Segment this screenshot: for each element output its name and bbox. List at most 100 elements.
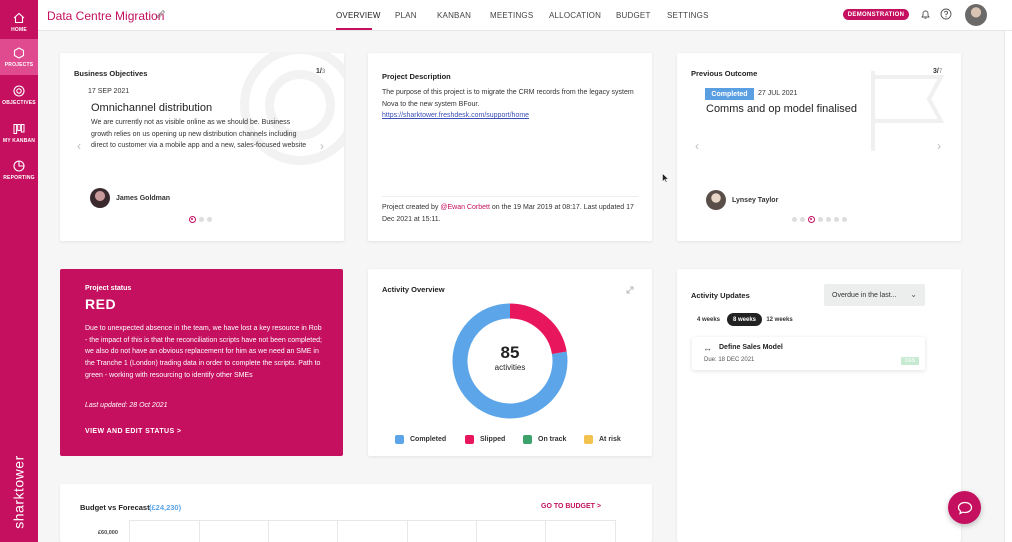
previous-outcome-card: Previous Outcome 3/7 Completed 27 JUL 20… bbox=[677, 53, 961, 241]
objectives-title: Business Objectives bbox=[74, 69, 148, 78]
scrollbar[interactable] bbox=[1004, 31, 1012, 542]
sidebar: HOME PROJECTS OBJECTIVES MY KANBAN REPOR… bbox=[0, 0, 38, 542]
activity-updates-card: Activity Updates Overdue in the last... ⌄… bbox=[677, 269, 961, 542]
pager-dot[interactable] bbox=[826, 217, 831, 222]
outcome-title: Previous Outcome bbox=[691, 69, 758, 78]
nav-projects[interactable]: PROJECTS bbox=[0, 39, 38, 75]
support-link[interactable]: https://sharktower.freshdesk.com/support… bbox=[382, 112, 529, 119]
view-edit-status-link[interactable]: VIEW AND EDIT STATUS > bbox=[85, 428, 181, 435]
chart-gridline bbox=[545, 520, 546, 542]
kanban-icon bbox=[13, 123, 25, 134]
help-icon[interactable] bbox=[940, 8, 952, 20]
chevron-right-icon[interactable]: › bbox=[320, 139, 324, 153]
brand-logo: sharktower bbox=[0, 452, 38, 532]
chat-bubble-icon bbox=[957, 501, 972, 515]
chevron-down-icon: ⌄ bbox=[910, 290, 917, 299]
pager-dot[interactable] bbox=[834, 217, 839, 222]
nav-home[interactable]: HOME bbox=[0, 4, 38, 40]
activity-overview-card: Activity Overview 85 activities Complete… bbox=[368, 269, 652, 456]
user-avatar[interactable] bbox=[965, 4, 987, 26]
tab-kanban[interactable]: KANBAN bbox=[437, 11, 471, 20]
tab-budget[interactable]: BUDGET bbox=[616, 11, 651, 20]
legend-slipped-label: Slipped bbox=[480, 436, 506, 443]
outcome-current: 3 bbox=[933, 68, 937, 75]
legend-swatch bbox=[395, 435, 404, 444]
tab-overview[interactable]: OVERVIEW bbox=[336, 11, 381, 20]
nav-objectives[interactable]: OBJECTIVES bbox=[0, 77, 38, 113]
tab-settings[interactable]: SETTINGS bbox=[667, 11, 709, 20]
objectives-icon bbox=[13, 84, 25, 97]
pager-dot[interactable] bbox=[199, 217, 204, 222]
nav-kanban-label: MY KANBAN bbox=[2, 137, 36, 144]
legend-at-risk-label: At risk bbox=[599, 436, 621, 443]
pager-dot[interactable] bbox=[808, 216, 815, 223]
objective-owner: James Goldman bbox=[116, 195, 171, 202]
activity-total: 85 bbox=[500, 343, 520, 362]
nav-reporting[interactable]: REPORTING bbox=[0, 152, 38, 188]
nav-my-kanban[interactable]: MY KANBAN bbox=[0, 115, 38, 151]
arrows-horizontal-icon: ↔ bbox=[703, 343, 712, 353]
outcome-total: 7 bbox=[938, 69, 943, 75]
budget-amount: (£24,230) bbox=[149, 503, 182, 512]
expand-icon[interactable] bbox=[625, 285, 635, 295]
legend-swatch bbox=[523, 435, 532, 444]
objective-date: 17 SEP 2021 bbox=[88, 88, 130, 95]
chart-gridline bbox=[268, 520, 269, 542]
created-info: Project created by @Ewan Corbett on the … bbox=[382, 202, 638, 225]
chart-gridline bbox=[199, 520, 200, 542]
pager-dot[interactable] bbox=[818, 217, 823, 222]
budget-title: Budget vs Forecast bbox=[80, 503, 150, 512]
description-title: Project Description bbox=[382, 72, 451, 81]
chevron-left-icon[interactable]: ‹ bbox=[695, 139, 699, 153]
legend-at-risk: At risk bbox=[584, 435, 621, 444]
flag-icon bbox=[871, 71, 945, 151]
creator-mention[interactable]: @Ewan Corbett bbox=[440, 204, 490, 211]
completed-badge: Completed bbox=[705, 88, 754, 100]
created-prefix: Project created by bbox=[382, 204, 439, 211]
outcome-pager[interactable] bbox=[792, 216, 847, 223]
description-text: The purpose of this project is to migrat… bbox=[382, 87, 638, 122]
nav-objectives-label: OBJECTIVES bbox=[2, 99, 36, 106]
pager-dot[interactable] bbox=[792, 217, 797, 222]
project-title: Data Centre Migration bbox=[47, 9, 165, 23]
legend-on-track: On track bbox=[523, 435, 566, 444]
objective-text: We are currently not as visible online a… bbox=[91, 119, 307, 149]
budget-forecast-card: Budget vs Forecast (£24,230) GO TO BUDGE… bbox=[60, 484, 652, 542]
chart-gridline bbox=[476, 520, 477, 542]
brand-name: sharktower bbox=[11, 455, 27, 529]
tab-meetings[interactable]: MEETINGS bbox=[490, 11, 533, 20]
chat-button[interactable] bbox=[948, 491, 981, 524]
chart-gridline bbox=[407, 520, 408, 542]
objectives-pager[interactable] bbox=[189, 216, 212, 223]
bell-icon[interactable] bbox=[920, 9, 931, 20]
overdue-filter-dropdown[interactable]: Overdue in the last... ⌄ bbox=[824, 284, 925, 306]
status-label: Project status bbox=[85, 285, 132, 292]
pencil-icon[interactable] bbox=[156, 9, 166, 19]
demonstration-badge: DEMONSTRATION bbox=[843, 9, 909, 20]
go-to-budget-link[interactable]: GO TO BUDGET > bbox=[541, 503, 601, 510]
legend-slipped: Slipped bbox=[465, 435, 505, 444]
nav-home-label: HOME bbox=[11, 26, 27, 33]
pager-dot[interactable] bbox=[189, 216, 196, 223]
period-8-weeks[interactable]: 8 weeks bbox=[727, 313, 762, 326]
chevron-left-icon[interactable]: ‹ bbox=[77, 139, 81, 153]
update-item-badge: DES bbox=[901, 357, 919, 365]
legend-on-track-label: On track bbox=[538, 436, 567, 443]
description-divider bbox=[382, 196, 638, 197]
period-4-weeks[interactable]: 4 weeks bbox=[691, 313, 726, 326]
chevron-right-icon[interactable]: › bbox=[937, 139, 941, 153]
objectives-current: 1 bbox=[316, 68, 320, 75]
tab-allocation[interactable]: ALLOCATION bbox=[549, 11, 601, 20]
activity-update-item[interactable]: ↔ Define Sales Model Due: 18 DEC 2021 DE… bbox=[692, 337, 925, 370]
pager-dot[interactable] bbox=[800, 217, 805, 222]
lynsey-taylor-avatar bbox=[706, 190, 726, 210]
pager-dot[interactable] bbox=[842, 217, 847, 222]
tab-plan[interactable]: PLAN bbox=[395, 11, 417, 20]
objective-title: Omnichannel distribution bbox=[91, 102, 213, 114]
period-12-weeks[interactable]: 12 weeks bbox=[763, 313, 796, 326]
legend-swatch bbox=[465, 435, 474, 444]
home-icon bbox=[13, 12, 25, 23]
y-axis-tick: £60,000 bbox=[98, 530, 118, 536]
pager-dot[interactable] bbox=[207, 217, 212, 222]
project-status-card: Project status RED Due to unexpected abs… bbox=[60, 269, 343, 456]
